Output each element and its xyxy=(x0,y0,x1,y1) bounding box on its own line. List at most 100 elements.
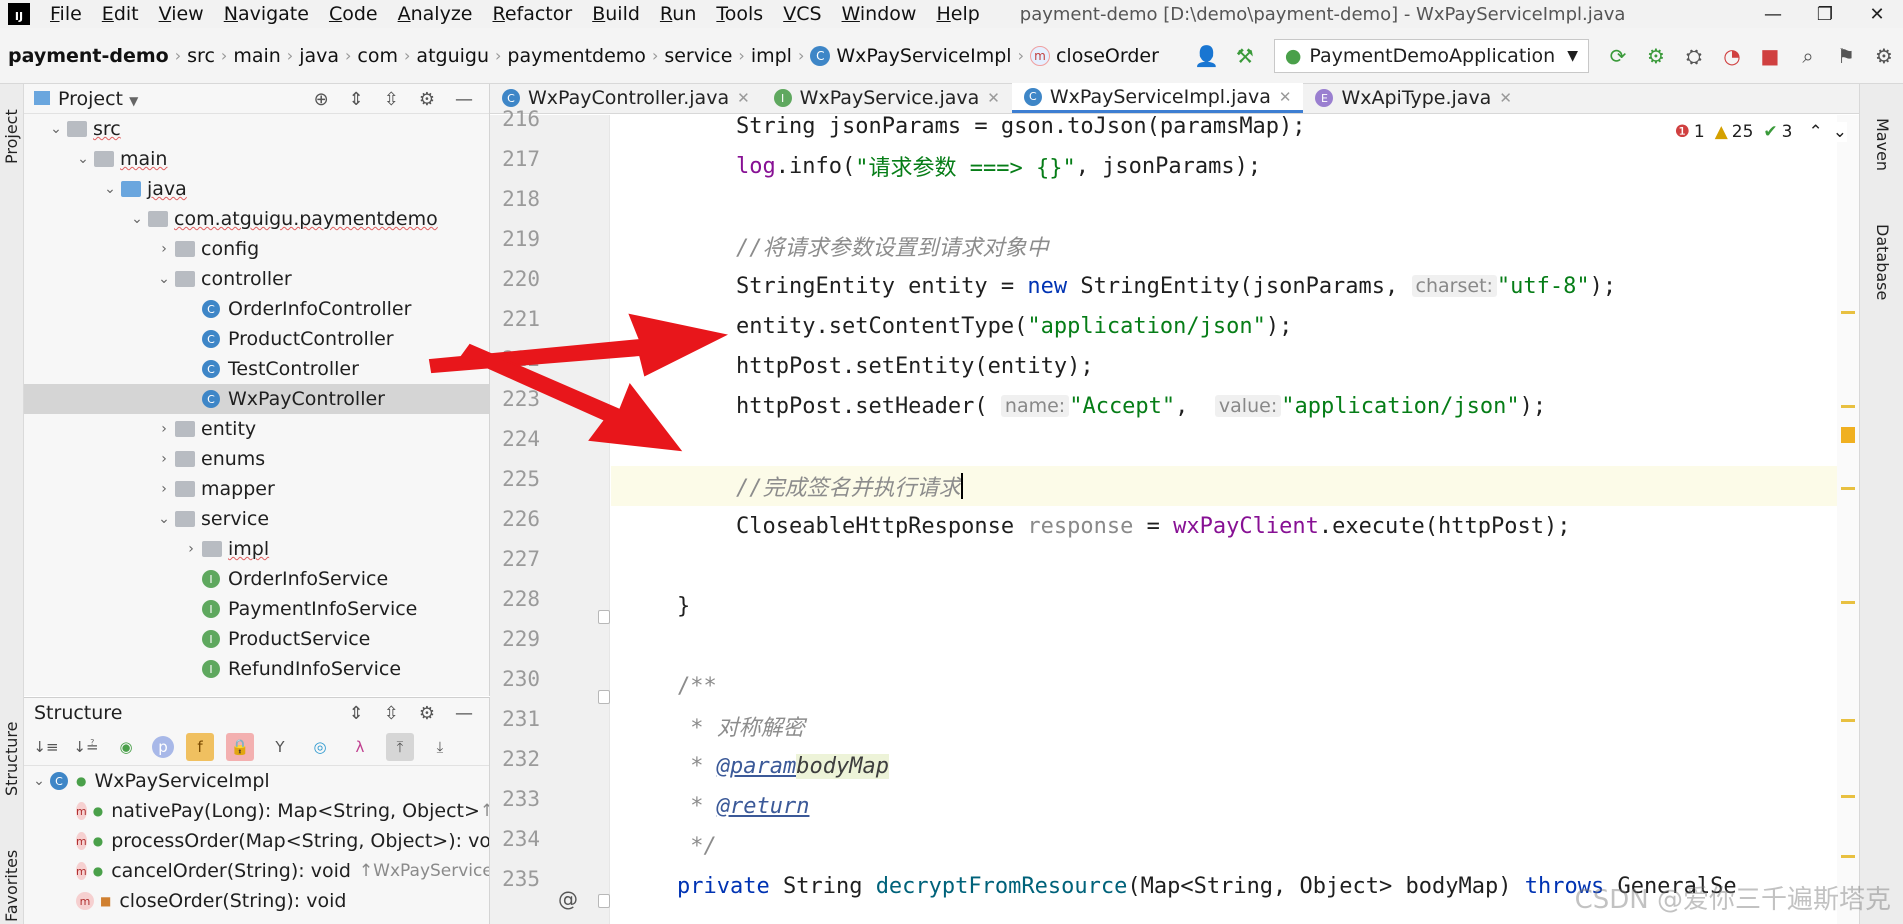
project-tree-item[interactable]: C TestController xyxy=(24,354,489,384)
gear-icon[interactable]: ⚙ xyxy=(419,703,435,724)
warning-marker[interactable] xyxy=(1841,719,1855,722)
warning-marker[interactable] xyxy=(1841,855,1855,858)
breadcrumb-java[interactable]: java xyxy=(293,45,345,67)
profile-icon[interactable]: ◔ xyxy=(1717,41,1747,71)
menu-window[interactable]: Window xyxy=(832,3,927,25)
run-configuration-select[interactable]: ● PaymentDemoApplication ▼ xyxy=(1273,39,1589,73)
code-editor[interactable]: String jsonParams = gson.toJson(paramsMa… xyxy=(611,115,1860,924)
fold-marker-icon[interactable] xyxy=(598,894,610,908)
minimize-button[interactable]: — xyxy=(1747,0,1799,28)
project-tool-window-button[interactable]: Project xyxy=(2,109,21,164)
menu-edit[interactable]: Edit xyxy=(92,3,149,25)
project-tree-item[interactable]: C ProductController xyxy=(24,324,489,354)
search-everywhere-icon[interactable]: ⌕ xyxy=(1793,41,1823,71)
menu-code[interactable]: Code xyxy=(319,3,388,25)
breadcrumb-class[interactable]: C WxPayServiceImpl xyxy=(804,45,1017,67)
project-tree-item[interactable]: C WxPayController xyxy=(24,384,489,414)
project-tree-item[interactable]: › enums xyxy=(24,444,489,474)
breadcrumb-main[interactable]: main xyxy=(227,45,286,67)
project-tree-item[interactable]: › entity xyxy=(24,414,489,444)
show-lambdas-icon[interactable]: ◎ xyxy=(306,733,334,761)
project-tree-item[interactable]: ⌄ controller xyxy=(24,264,489,294)
structure-root[interactable]: ⌄ C ● WxPayServiceImpl xyxy=(24,766,489,796)
chevron-down-icon[interactable]: ⌄ xyxy=(72,151,94,167)
hide-icon[interactable]: — xyxy=(455,703,473,724)
sort-by-visibility-icon[interactable]: ↓≡ xyxy=(32,733,60,761)
show-non-public-icon[interactable]: 🔒 xyxy=(226,732,254,761)
settings-icon[interactable]: ⚙ xyxy=(1869,41,1899,71)
menu-file[interactable]: File xyxy=(40,3,92,25)
breadcrumb-impl[interactable]: impl xyxy=(745,45,798,67)
project-tree-item[interactable]: › mapper xyxy=(24,474,489,504)
chevron-right-icon[interactable]: › xyxy=(153,241,175,257)
coverage-icon[interactable]: ⛭ xyxy=(1679,41,1709,71)
chevron-right-icon[interactable]: › xyxy=(180,541,202,557)
error-stripe[interactable] xyxy=(1837,115,1859,924)
project-tree-item[interactable]: I ProductService xyxy=(24,624,489,654)
sort-alphabetically-icon[interactable]: ↓≟ xyxy=(72,733,100,761)
show-fields-icon[interactable]: f xyxy=(186,732,214,761)
autoscroll-from-source-icon[interactable]: ⤓ xyxy=(426,733,454,761)
project-tree-item[interactable]: ⌄ com.atguigu.paymentdemo xyxy=(24,204,489,234)
close-window-button[interactable]: ✕ xyxy=(1851,0,1903,28)
autoscroll-to-source-icon[interactable]: ⤒ xyxy=(386,732,414,761)
menu-navigate[interactable]: Navigate xyxy=(214,3,319,25)
structure-tool-window-button[interactable]: Structure xyxy=(2,722,21,796)
close-icon[interactable]: ✕ xyxy=(737,89,750,107)
editor-gutter[interactable]: @ 216 217 218 219 220 221 222 223 224 225 226 227 22… xyxy=(490,107,610,924)
warning-marker[interactable] xyxy=(1841,427,1855,443)
menu-refactor[interactable]: Refactor xyxy=(482,3,582,25)
fold-marker-icon[interactable] xyxy=(598,610,610,624)
project-tree-item[interactable]: I RefundInfoService xyxy=(24,654,489,684)
menu-tools[interactable]: Tools xyxy=(706,3,773,25)
user-icon[interactable]: 👤 xyxy=(1192,41,1222,71)
project-tree-item[interactable]: › config xyxy=(24,234,489,264)
project-tree-item[interactable]: ⌄ java xyxy=(24,174,489,204)
collapse-all-icon[interactable]: ⇳ xyxy=(384,89,399,110)
breadcrumb-atguigu[interactable]: atguigu xyxy=(410,45,495,67)
expand-all-icon[interactable]: ⇕ xyxy=(349,703,364,724)
hide-icon[interactable]: — xyxy=(455,89,473,110)
breadcrumb-project[interactable]: payment-demo xyxy=(0,45,175,67)
debug-icon[interactable]: ⚙ xyxy=(1641,41,1671,71)
structure-member[interactable]: m ● processOrder(Map<String, Object>): vo xyxy=(24,826,489,856)
breadcrumb-method[interactable]: m closeOrder xyxy=(1024,45,1165,67)
build-hammer-icon[interactable]: ⚒ xyxy=(1230,41,1260,71)
menu-view[interactable]: View xyxy=(149,3,214,25)
tab-wxpayserviceimpl[interactable]: C WxPayServiceImpl.java ✕ xyxy=(1011,83,1304,113)
menu-analyze[interactable]: Analyze xyxy=(388,3,483,25)
favorites-tool-window-button[interactable]: Favorites xyxy=(2,850,21,922)
show-properties-icon[interactable]: p xyxy=(152,735,174,758)
next-highlight-icon[interactable]: ⌄ xyxy=(1833,122,1847,142)
close-icon[interactable]: ✕ xyxy=(987,89,1000,107)
structure-member[interactable]: m ■ closeOrder(String): void xyxy=(24,886,489,916)
expand-all-icon[interactable]: ⇕ xyxy=(349,89,364,110)
warning-marker[interactable] xyxy=(1841,795,1855,798)
project-tree-item[interactable]: ⌄ main xyxy=(24,144,489,174)
warning-marker[interactable] xyxy=(1841,487,1855,490)
chevron-down-icon[interactable]: ⌄ xyxy=(28,773,50,789)
gear-icon[interactable]: ⚙ xyxy=(419,89,435,110)
menu-run[interactable]: Run xyxy=(650,3,706,25)
fold-marker-icon[interactable] xyxy=(598,690,610,704)
warning-marker[interactable] xyxy=(1841,311,1855,314)
project-tree-item[interactable]: I OrderInfoService xyxy=(24,564,489,594)
inspection-widget[interactable]: ❶1 ▲ 25 ✔ 3 ⌃ ⌄ xyxy=(1664,122,1847,142)
project-tree-item[interactable]: ⌄ service xyxy=(24,504,489,534)
warning-marker[interactable] xyxy=(1841,601,1855,604)
chevron-right-icon[interactable]: › xyxy=(153,421,175,437)
collapse-all-icon[interactable]: ⇳ xyxy=(384,703,399,724)
chevron-down-icon[interactable]: ⌄ xyxy=(126,211,148,227)
show-inherited-icon[interactable]: ◉ xyxy=(112,733,140,761)
annotation-icon[interactable]: @ xyxy=(558,887,578,911)
project-tree-item[interactable]: › impl xyxy=(24,534,489,564)
previous-highlight-icon[interactable]: ⌃ xyxy=(1809,122,1823,142)
chevron-down-icon[interactable]: ⌄ xyxy=(153,271,175,287)
maximize-button[interactable]: ❐ xyxy=(1799,0,1851,28)
project-view-selector[interactable]: Project ▼ xyxy=(34,88,138,110)
breadcrumb-com[interactable]: com xyxy=(351,45,404,67)
update-icon[interactable]: ⚑ xyxy=(1831,41,1861,71)
project-tree-item[interactable]: I PaymentInfoService xyxy=(24,594,489,624)
menu-build[interactable]: Build xyxy=(582,3,650,25)
project-tree-item[interactable]: ⌄ src xyxy=(24,114,489,144)
